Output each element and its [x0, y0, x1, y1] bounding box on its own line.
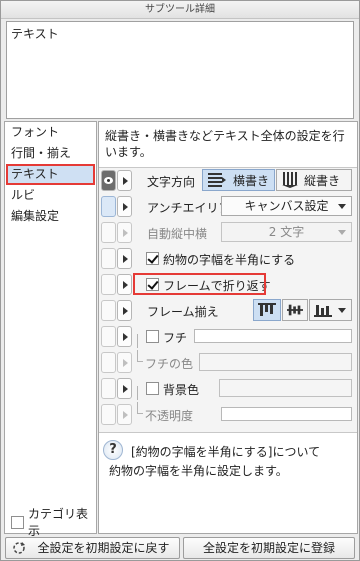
sidebar-item-line-spacing[interactable]: 行間・揃え	[5, 143, 96, 164]
expand-arrow-icon[interactable]	[117, 196, 132, 217]
category-display-checkbox[interactable]	[11, 515, 24, 529]
sidebar-item-text[interactable]: テキスト	[6, 164, 95, 185]
edge-color-row: フチの色	[99, 350, 357, 375]
wrap-highlight-box	[133, 273, 266, 295]
chevron-down-icon	[338, 307, 346, 313]
horizontal-writing-button[interactable]: 横書き	[202, 169, 275, 191]
direction-row: 文字方向 横書き 縦書き	[99, 168, 357, 193]
visibility-toggle[interactable]	[101, 222, 116, 243]
visibility-toggle[interactable]	[101, 326, 116, 347]
auto-tcy-row: 自動縦中横 2 文字	[99, 220, 357, 245]
frame-align-row: フレーム揃え	[99, 298, 357, 323]
edge-color-label: フチの色	[145, 357, 194, 371]
category-display-toggle[interactable]: カテゴリ表示	[11, 507, 96, 538]
sidebar-item-edit-settings[interactable]: 編集設定	[5, 206, 96, 227]
horizontal-writing-label: 横書き	[233, 173, 270, 188]
direction-label: 文字方向	[147, 175, 196, 189]
visibility-toggle[interactable]	[101, 404, 116, 425]
opacity-row: 不透明度	[99, 402, 357, 427]
tree-connector	[137, 334, 143, 348]
edge-row: フチ	[99, 324, 357, 349]
help-panel: ? [約物の字幅を半角にする]について 約物の字幅を半角に設定します。	[99, 432, 357, 533]
frame-align-bottom-button[interactable]	[309, 299, 352, 321]
edge-checkbox[interactable]	[146, 330, 159, 343]
align-center-icon	[287, 304, 303, 316]
antialias-dropdown[interactable]: キャンバス設定	[221, 196, 352, 216]
category-sidebar: フォント 行間・揃え テキスト ルビ 編集設定 カテゴリ表示	[4, 121, 97, 538]
tree-connector	[137, 386, 143, 400]
halfwidth-row: 約物の字幅を半角にする	[99, 246, 357, 271]
preview-text: テキスト	[11, 27, 59, 41]
category-description: 縦書き・横書きなどテキスト全体の設定を行います。	[99, 122, 357, 168]
property-panel: 縦書き・横書きなどテキスト全体の設定を行います。 文字方向 横書き 縦書き アン…	[98, 121, 358, 534]
visibility-toggle[interactable]	[101, 300, 116, 321]
help-title: [約物の字幅を半角にする]について	[131, 445, 321, 459]
background-label: 背景色	[163, 383, 200, 397]
category-display-label: カテゴリ表示	[28, 507, 89, 538]
visibility-toggle[interactable]	[101, 378, 116, 399]
opacity-label: 不透明度	[145, 409, 194, 423]
expand-arrow-icon[interactable]	[117, 378, 132, 399]
align-bottom-icon	[314, 305, 332, 317]
frame-align-center-button[interactable]	[282, 299, 308, 321]
halfwidth-label: 約物の字幅を半角にする	[163, 253, 296, 267]
align-top-icon	[258, 303, 276, 316]
halfwidth-checkbox[interactable]	[146, 252, 159, 265]
expand-arrow-icon[interactable]	[117, 274, 132, 295]
expand-arrow-icon[interactable]	[117, 248, 132, 269]
vertical-writing-label: 縦書き	[304, 173, 341, 188]
antialias-row: アンチエイリアス キャンバス設定	[99, 194, 357, 219]
tree-connector	[137, 350, 143, 362]
reset-defaults-label: 全設定を初期設定に戻す	[37, 541, 170, 555]
background-checkbox[interactable]	[146, 382, 159, 395]
tree-connector	[137, 402, 143, 414]
visibility-eye-icon[interactable]	[101, 170, 116, 191]
expand-arrow-icon[interactable]	[117, 222, 132, 243]
text-preview: テキスト	[6, 21, 354, 119]
edge-color-swatch[interactable]	[199, 353, 352, 371]
footer-bar: 全設定を初期設定に戻す 全設定を初期設定に登録	[1, 536, 359, 560]
horizontal-writing-icon	[208, 173, 226, 187]
register-defaults-label: 全設定を初期設定に登録	[202, 541, 335, 555]
visibility-toggle[interactable]	[101, 248, 116, 269]
edge-label: フチ	[163, 331, 188, 345]
frame-align-label: フレーム揃え	[147, 305, 219, 319]
expand-arrow-icon[interactable]	[117, 404, 132, 425]
reset-icon	[13, 542, 25, 554]
register-defaults-button[interactable]: 全設定を初期設定に登録	[183, 537, 355, 559]
help-text: [約物の字幅を半角にする]について 約物の字幅を半角に設定します。	[109, 443, 355, 481]
visibility-toggle[interactable]	[101, 352, 116, 373]
sub-tool-detail-window: サブツール詳細 テキスト フォント 行間・揃え テキスト ルビ 編集設定 カテゴ…	[0, 0, 360, 561]
vertical-writing-icon	[282, 172, 298, 188]
property-list: 文字方向 横書き 縦書き アンチエイリアス キャンバス設定 自動縦中横 2 文字…	[99, 168, 357, 432]
reset-defaults-button[interactable]: 全設定を初期設定に戻す	[5, 537, 180, 559]
auto-tcy-dropdown[interactable]: 2 文字	[221, 222, 352, 242]
expand-arrow-icon[interactable]	[117, 352, 132, 373]
expand-arrow-icon[interactable]	[117, 300, 132, 321]
help-body: 約物の字幅を半角に設定します。	[109, 464, 288, 478]
frame-align-top-button[interactable]	[253, 299, 281, 321]
background-color-swatch[interactable]	[219, 379, 352, 397]
sidebar-item-ruby[interactable]: ルビ	[5, 185, 96, 206]
visibility-toggle[interactable]	[101, 196, 116, 217]
expand-arrow-icon[interactable]	[117, 326, 132, 347]
visibility-toggle[interactable]	[101, 274, 116, 295]
expand-arrow-icon[interactable]	[117, 170, 132, 191]
window-title: サブツール詳細	[1, 1, 359, 19]
background-row: 背景色	[99, 376, 357, 401]
auto-tcy-label: 自動縦中横	[147, 227, 208, 241]
vertical-writing-button[interactable]: 縦書き	[276, 169, 352, 191]
opacity-slider[interactable]	[221, 407, 352, 421]
sidebar-item-font[interactable]: フォント	[5, 122, 96, 143]
edge-width-slider[interactable]	[194, 329, 352, 343]
